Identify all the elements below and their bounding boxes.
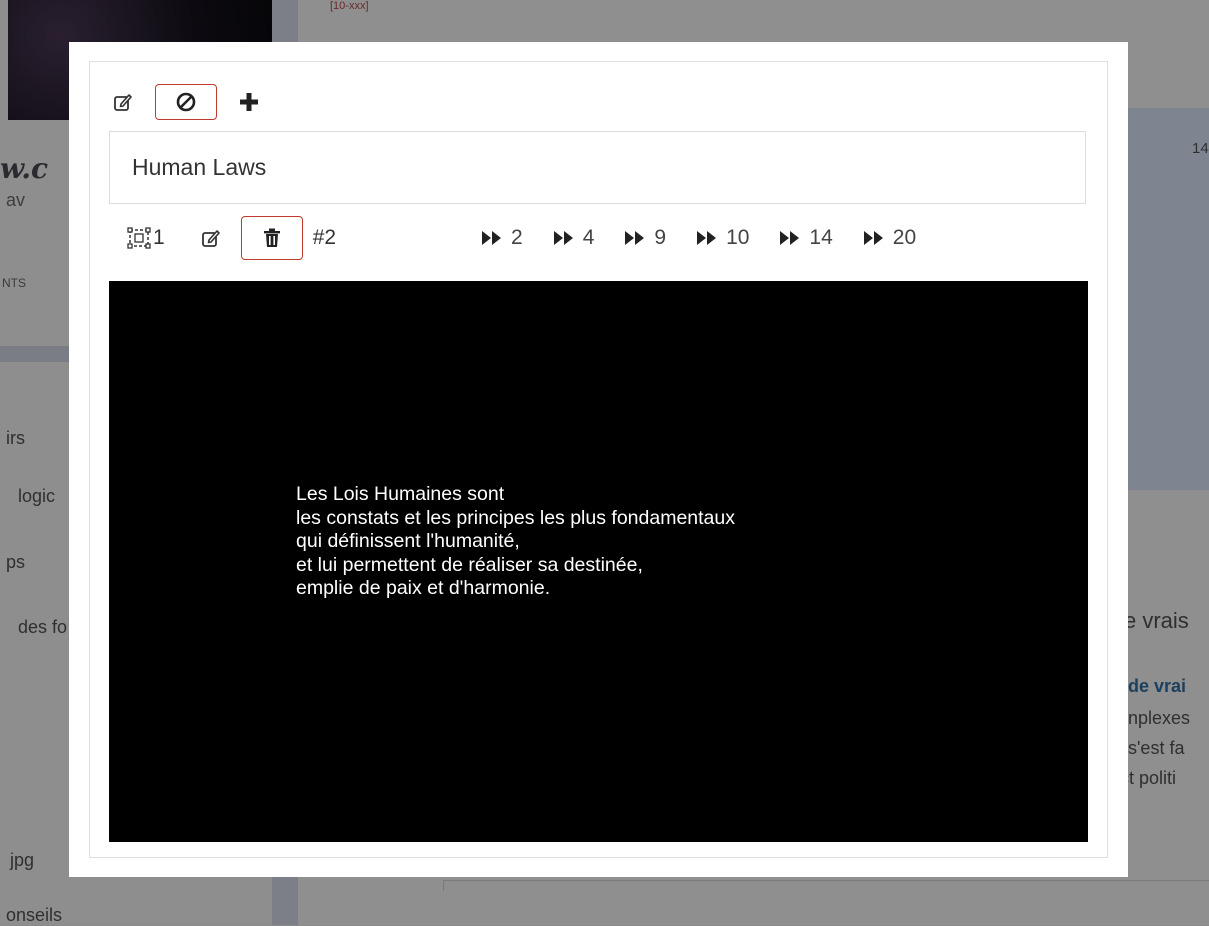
content-box: [443, 880, 1209, 891]
trash-icon: [263, 228, 280, 247]
slide-line: les constats et les principes les plus f…: [296, 506, 735, 529]
jump-label: 4: [582, 226, 595, 249]
right-line-3: ct politi: [1120, 768, 1177, 788]
edit-slide-button[interactable]: [201, 228, 221, 248]
fast-forward-icon: [780, 231, 800, 245]
slide-navigation-bar: 1 #2 2 4 9 10 14 20: [127, 216, 1077, 260]
slide-id: #2: [312, 226, 337, 249]
jump-link[interactable]: 9: [624, 226, 666, 250]
slide-line: et lui permettent de réaliser sa destiné…: [296, 553, 643, 576]
title-text: Human Laws: [132, 154, 267, 180]
slide-line: Les Lois Humaines sont: [296, 483, 505, 505]
sidebar-item-4[interactable]: des fo: [18, 617, 67, 638]
brand-subtitle: av: [6, 190, 26, 210]
jump-label: 9: [654, 226, 667, 249]
sidebar-item-5[interactable]: onseils: [6, 905, 62, 926]
cancel-button[interactable]: [155, 84, 217, 120]
delete-slide-button[interactable]: [240, 216, 303, 260]
slide-count[interactable]: 1: [127, 226, 165, 250]
jump-label: 10: [726, 226, 750, 249]
slide-count-label: 1: [153, 226, 165, 249]
plus-icon: [240, 93, 258, 111]
slide-text: Les Lois Humaines sont les constats et l…: [296, 483, 735, 601]
sidebar-item-3[interactable]: ps: [6, 552, 25, 573]
jump-link[interactable]: 14: [779, 226, 833, 250]
jump-link[interactable]: 4: [553, 226, 595, 250]
sidebar-item-2[interactable]: logic: [18, 486, 55, 507]
fast-forward-icon: [625, 231, 645, 245]
jump-link[interactable]: 2: [481, 226, 523, 250]
fast-forward-icon: [863, 231, 883, 245]
edit-button[interactable]: [105, 84, 141, 120]
right-line-1: nplexes: [1128, 708, 1191, 728]
right-number: 14: [1192, 140, 1209, 157]
slide-jump-links: 2 4 9 10 14 20: [481, 218, 916, 258]
slide-line: qui définissent l'humanité,: [296, 530, 520, 552]
right-link[interactable]: de vrai: [1128, 676, 1186, 697]
slide-line: emplie de paix et d'harmonie.: [296, 577, 551, 599]
jump-link[interactable]: 20: [863, 226, 916, 250]
editor-toolbar: [105, 84, 281, 120]
object-group-icon: [127, 227, 151, 249]
sidebar-file-item[interactable]: jpg: [10, 850, 34, 871]
title-field[interactable]: Human Laws: [109, 131, 1086, 204]
edit-icon: [114, 94, 132, 111]
jump-label: 20: [892, 226, 917, 249]
edit-icon: [201, 230, 220, 247]
fast-forward-icon: [482, 231, 501, 245]
right-heading: e vrais: [1124, 608, 1189, 633]
sidebar-caption: NTS: [2, 276, 26, 290]
fast-forward-icon: [553, 231, 573, 245]
jump-link[interactable]: 10: [696, 226, 749, 250]
jump-label: 14: [809, 226, 833, 249]
site-brand[interactable]: w.c: [0, 152, 48, 185]
slide-editor-modal: Human Laws 1 #2 2 4 9 10 14 20 Les Lois …: [69, 42, 1128, 877]
slide-preview[interactable]: Les Lois Humaines sont les constats et l…: [109, 281, 1088, 842]
fast-forward-icon: [697, 231, 717, 245]
right-line-2: s'est fa: [1128, 738, 1185, 758]
ban-icon: [176, 92, 196, 112]
top-tag: [10-xxx]: [330, 0, 369, 12]
jump-label: 2: [511, 226, 523, 249]
add-button[interactable]: [231, 84, 267, 120]
sidebar-item-1[interactable]: irs: [6, 428, 25, 449]
